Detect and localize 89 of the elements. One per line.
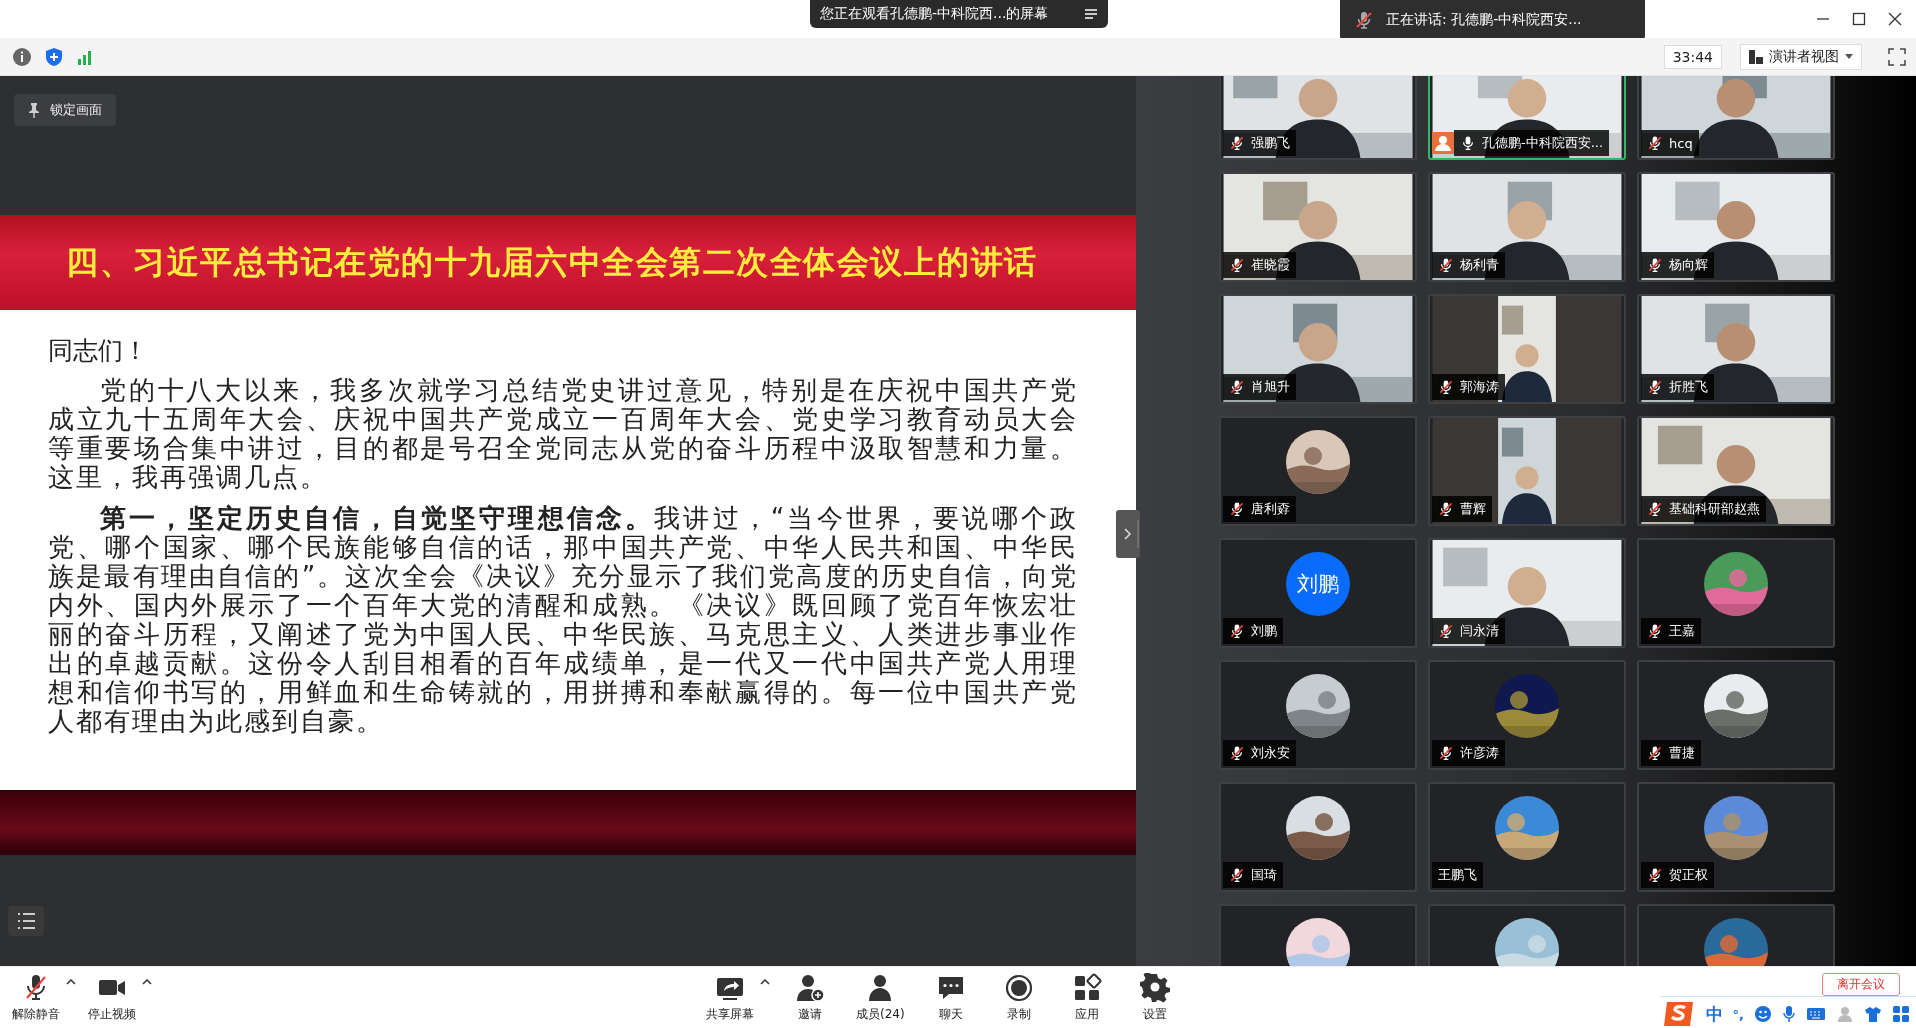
participant-tile[interactable]: 肖旭升 bbox=[1219, 294, 1417, 404]
participant-tile[interactable]: 折胜飞 bbox=[1637, 294, 1835, 404]
name-tag: 国琦 bbox=[1223, 862, 1283, 888]
shirt-icon[interactable] bbox=[1864, 1005, 1882, 1023]
participant-tile[interactable]: 杨利青 bbox=[1428, 172, 1626, 282]
record-icon bbox=[1003, 972, 1034, 1003]
name-tag: 折胜飞 bbox=[1641, 374, 1714, 400]
participant-tile[interactable]: hcq bbox=[1637, 76, 1835, 160]
leave-button[interactable]: 离开会议 bbox=[1822, 973, 1900, 996]
toolbar-people-button[interactable]: 成员(24) bbox=[850, 970, 911, 1025]
toolbar-apps-grid-button[interactable]: 应用 bbox=[1058, 970, 1115, 1025]
settings-icon bbox=[1139, 972, 1170, 1003]
name-tag: 孔德鹏-中科院西安... bbox=[1454, 130, 1610, 156]
caret-icon bbox=[1845, 54, 1853, 59]
name-tag: 杨向辉 bbox=[1641, 252, 1714, 278]
pin-icon bbox=[28, 102, 40, 118]
add-person-icon bbox=[795, 972, 825, 1003]
participant-tile[interactable]: 闫永清 bbox=[1428, 538, 1626, 648]
name-tag: 唐利孬 bbox=[1223, 496, 1296, 522]
smiley-icon[interactable] bbox=[1754, 1005, 1772, 1023]
participant-tile[interactable]: 刘永安 bbox=[1219, 660, 1417, 770]
name-tag: 刘鹏 bbox=[1223, 618, 1283, 644]
participant-tile[interactable]: 孔德鹏-中科院西安... bbox=[1428, 76, 1626, 160]
info-icon[interactable] bbox=[12, 46, 32, 67]
ime-punctuation[interactable]: °, bbox=[1732, 1006, 1744, 1022]
participant-tile[interactable]: 崔晓霞 bbox=[1219, 172, 1417, 282]
participant-tile[interactable]: 曹辉 bbox=[1428, 416, 1626, 526]
toolbar-settings-button[interactable]: 设置 bbox=[1126, 970, 1183, 1025]
grid-icon[interactable] bbox=[1892, 1005, 1910, 1023]
participant-tile[interactable]: 王鹏飞 bbox=[1428, 782, 1626, 892]
mic-icon[interactable] bbox=[1782, 1005, 1796, 1023]
name-tag: 王嘉 bbox=[1641, 618, 1701, 644]
participant-tile[interactable]: 杨向辉 bbox=[1637, 172, 1835, 282]
participant-tile[interactable]: 强鹏飞 bbox=[1219, 76, 1417, 160]
fullscreen-icon[interactable] bbox=[1888, 47, 1906, 66]
menu-icon[interactable] bbox=[1084, 8, 1098, 20]
participant-tile[interactable]: 曹捷 bbox=[1637, 660, 1835, 770]
ime-mode[interactable]: 中 bbox=[1705, 1002, 1723, 1026]
name-tag: 许彦涛 bbox=[1432, 740, 1505, 766]
slide-title: 四、习近平总书记在党的十九届六中全会第二次全体会议上的讲话 bbox=[66, 241, 1038, 283]
caret-icon[interactable] bbox=[760, 978, 770, 985]
name-tag: 肖旭升 bbox=[1223, 374, 1296, 400]
sharing-banner[interactable]: 您正在观看孔德鹏-中科院西...的屏幕 bbox=[810, 0, 1108, 28]
name-tag: hcq bbox=[1641, 130, 1699, 156]
name-tag: 贺正权 bbox=[1641, 862, 1714, 888]
initials-avatar: 刘鹏 bbox=[1286, 552, 1350, 616]
participant-tile[interactable]: 刘鹏 刘鹏 bbox=[1219, 538, 1417, 648]
collapse-handle[interactable] bbox=[1116, 510, 1140, 558]
name-tag: 崔晓霞 bbox=[1223, 252, 1296, 278]
participant-tile[interactable]: 王嘉 bbox=[1637, 538, 1835, 648]
participant-tile[interactable]: 许彦涛 bbox=[1428, 660, 1626, 770]
layout-icon bbox=[1749, 49, 1763, 64]
name-tag: 杨利青 bbox=[1432, 252, 1505, 278]
banner-text: 您正在观看孔德鹏-中科院西...的屏幕 bbox=[820, 5, 1049, 23]
participant-tile[interactable]: 郭海涛 bbox=[1428, 294, 1626, 404]
toolbar-record-button[interactable]: 录制 bbox=[990, 970, 1047, 1025]
lock-button[interactable]: 锁定画面 bbox=[14, 94, 116, 126]
toolbar-add-person-button[interactable]: 邀请 bbox=[782, 970, 838, 1025]
toolbar-chat-bubble-button[interactable]: 聊天 bbox=[922, 970, 979, 1025]
toolbar-muted-mic-button[interactable]: 解除静音 bbox=[6, 970, 66, 1025]
name-tag: 郭海涛 bbox=[1432, 374, 1505, 400]
participant-tile[interactable]: 贺正权 bbox=[1637, 782, 1835, 892]
name-tag: 强鹏飞 bbox=[1223, 130, 1296, 156]
participant-tile[interactable]: 基础科研部赵燕 bbox=[1637, 416, 1835, 526]
shield-icon[interactable] bbox=[44, 46, 64, 67]
participant-tile[interactable]: 国琦 bbox=[1219, 782, 1417, 892]
caret-icon[interactable] bbox=[66, 978, 76, 985]
name-tag: 曹辉 bbox=[1432, 496, 1492, 522]
name-tag: 基础科研部赵燕 bbox=[1641, 496, 1766, 522]
list-icon[interactable] bbox=[8, 906, 44, 936]
notice-text: 正在讲话: 孔德鹏-中科院西安... bbox=[1386, 11, 1582, 29]
name-tag: 刘永安 bbox=[1223, 740, 1296, 766]
participant-tile[interactable]: 唐利孬 bbox=[1219, 416, 1417, 526]
view-button[interactable]: 演讲者视图 bbox=[1740, 43, 1862, 70]
toolbar-share-screen-button[interactable]: 共享屏幕 bbox=[700, 970, 760, 1025]
name-tag: 王鹏飞 bbox=[1432, 862, 1483, 888]
name-tag: 闫永清 bbox=[1432, 618, 1505, 644]
ime-logo-icon[interactable] bbox=[1661, 999, 1696, 1028]
keyboard-icon[interactable] bbox=[1806, 1006, 1826, 1022]
name-tag: 曹捷 bbox=[1641, 740, 1701, 766]
paragraph: 第一，坚定历史自信，自觉坚守理想信念。我讲过，“当今世界，要说哪个政党、哪个国家、哪个民族能够自信的话，那中国共产党、中华人民共和国、中华民族是最有理由自信的”。这次全会《决议》充分显示了我们党高度的历史自信，向党内外、国内外展示了一个百年大党的清醒和成熟。《决议》既回顾了党百年恢宏壮丽的奋斗历程，又阐述了党为中国人民、中华民族、马克思主义、人类进步事业作出的卓越贡献。这份令人刮目相看的百年成绩单，是一代又一代中国共产党人用理想和信仰书写的，用鲜血和生命铸就的，用拼搏和奉献赢得的。每一位中国共产党人都有理由为此感到自豪。 bbox=[48, 504, 1078, 736]
greeting-text: 同志们！ bbox=[48, 336, 149, 366]
toolbar-video-camera-button[interactable]: 停止视频 bbox=[82, 970, 142, 1025]
caret-icon[interactable] bbox=[142, 978, 152, 985]
maximize-icon[interactable] bbox=[1852, 12, 1866, 26]
close-icon[interactable] bbox=[1888, 12, 1902, 26]
muted-mic-icon bbox=[1354, 10, 1374, 30]
meeting-timer: 33:44 bbox=[1663, 44, 1722, 69]
paragraph: 党的十八大以来，我多次就学习总结党史讲过意见，特别是在庆祝中国共产党成立九十五周年大会、庆祝中国共产党成立一百周年大会、党史学习教育动员大会等重要场合集中讲过，目的都是号召全党同志从党的奋斗历程中汲取智慧和力量。这里，我再强调几点。 bbox=[48, 376, 1078, 492]
